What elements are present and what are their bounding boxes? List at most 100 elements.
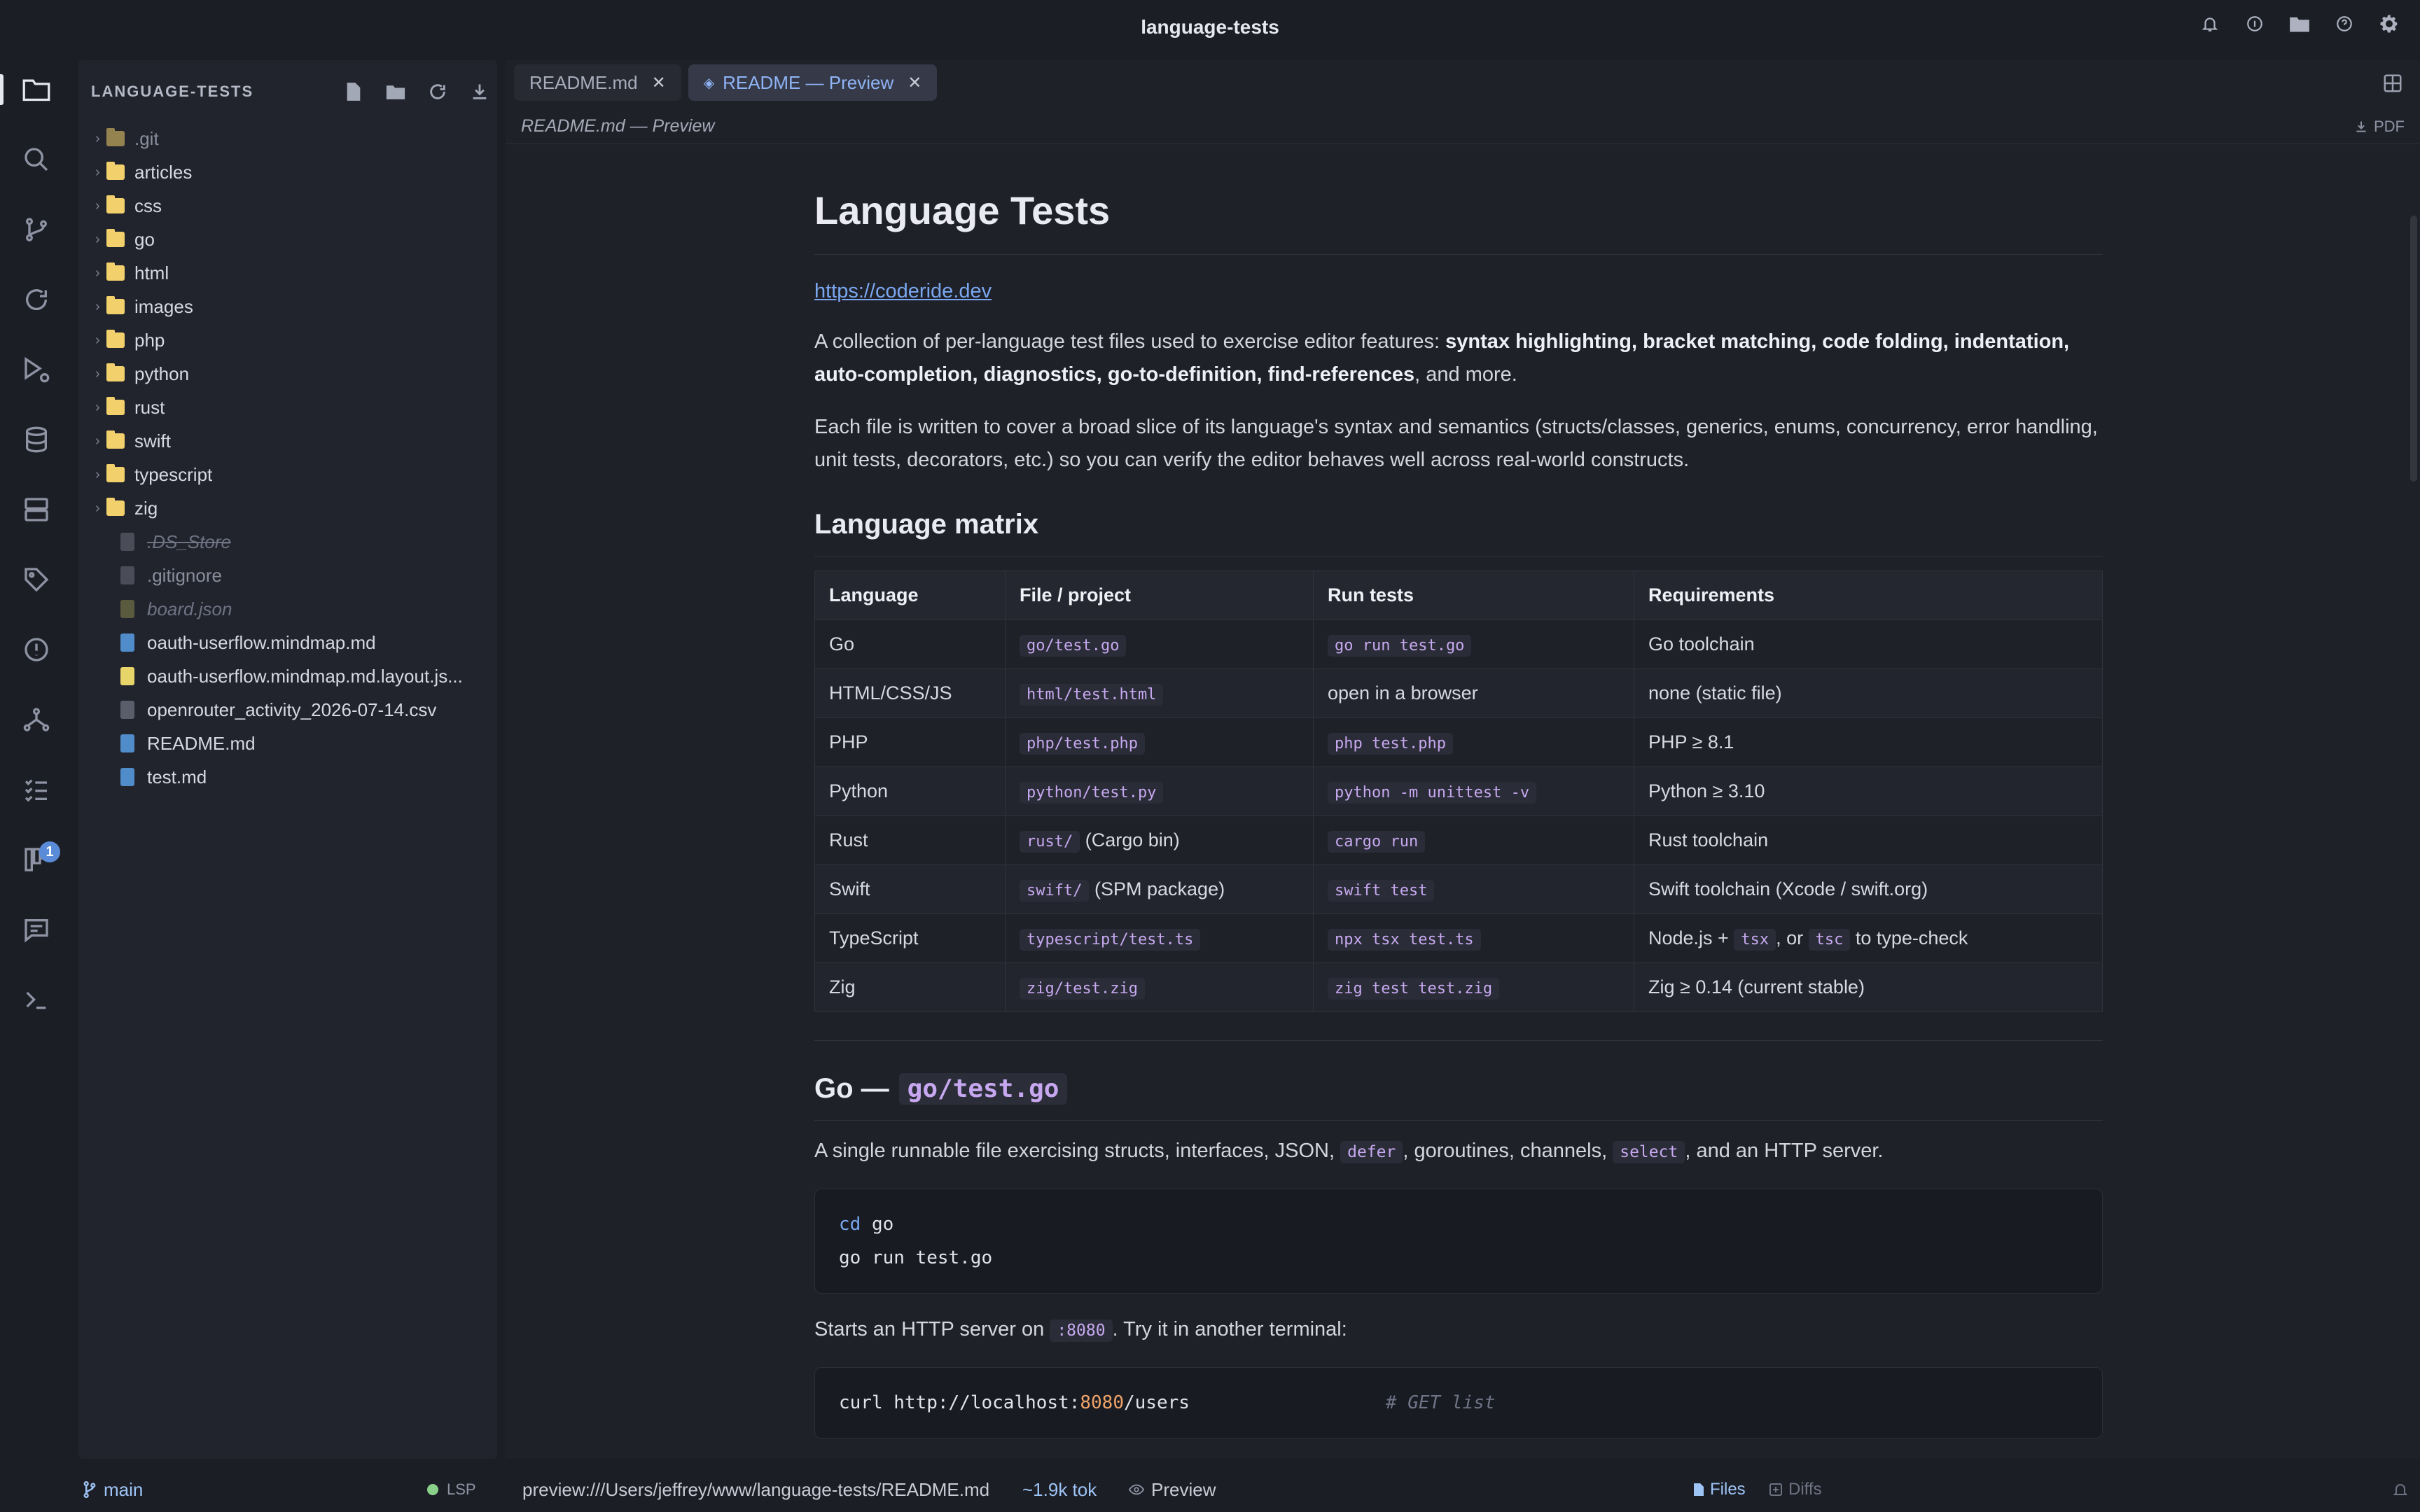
tab-readme-md[interactable]: README.md ✕ bbox=[514, 64, 681, 101]
tree-item-label: articles bbox=[134, 161, 193, 183]
file-path: preview:///Users/jeffrey/www/language-te… bbox=[522, 1478, 990, 1500]
refresh-explorer-icon[interactable] bbox=[427, 81, 448, 102]
split-layout-icon[interactable] bbox=[2382, 73, 2403, 94]
chevron-right-icon[interactable]: › bbox=[78, 332, 106, 349]
bell-icon[interactable] bbox=[2199, 13, 2221, 35]
breadcrumb: README.md — Preview PDF bbox=[506, 109, 2420, 144]
chevron-right-icon[interactable]: › bbox=[78, 366, 106, 382]
source-control-icon[interactable] bbox=[0, 204, 73, 255]
checklist-icon[interactable] bbox=[0, 764, 73, 815]
chevron-right-icon[interactable]: › bbox=[78, 198, 106, 214]
new-folder-icon[interactable] bbox=[385, 81, 406, 102]
tree-folder[interactable]: › rust bbox=[78, 391, 497, 424]
chevron-right-icon[interactable]: › bbox=[78, 467, 106, 483]
cell-file: rust/ (Cargo bin) bbox=[1005, 816, 1314, 865]
matrix-heading: Language matrix bbox=[814, 509, 2103, 556]
tree-file[interactable]: openrouter_activity_2026-07-14.csv bbox=[78, 693, 497, 727]
markdown-preview[interactable]: Language Tests https://coderide.dev A co… bbox=[506, 146, 2420, 1459]
tree-file[interactable]: oauth-userflow.mindmap.md bbox=[78, 626, 497, 659]
export-pdf-button[interactable]: PDF bbox=[2354, 118, 2405, 136]
database-icon[interactable] bbox=[0, 414, 73, 465]
help-icon[interactable] bbox=[2333, 13, 2356, 35]
folder-icon bbox=[106, 128, 125, 146]
cell-run: npx tsx test.ts bbox=[1313, 913, 1634, 963]
server-icon[interactable] bbox=[0, 484, 73, 535]
tree-folder[interactable]: › articles bbox=[78, 155, 497, 189]
chevron-right-icon[interactable]: › bbox=[78, 500, 106, 517]
file-icon bbox=[120, 566, 134, 584]
preview-mode[interactable]: Preview bbox=[1129, 1479, 1216, 1501]
cell-run: python -m unittest -v bbox=[1313, 766, 1634, 816]
explorer-icon[interactable] bbox=[0, 64, 73, 115]
tree-file[interactable]: README.md bbox=[78, 727, 497, 760]
tree-file[interactable]: oauth-userflow.mindmap.md.layout.js... bbox=[78, 659, 497, 693]
kanban-icon[interactable]: 1 bbox=[0, 834, 73, 885]
tree-item-label: test.md bbox=[147, 766, 207, 788]
chevron-right-icon[interactable]: › bbox=[78, 400, 106, 416]
tree-item-label: oauth-userflow.mindmap.md.layout.js... bbox=[147, 665, 463, 687]
tree-folder[interactable]: › php bbox=[78, 323, 497, 357]
explorer-actions bbox=[343, 81, 490, 102]
folder-icon bbox=[106, 430, 125, 449]
tree-folder[interactable]: › images bbox=[78, 290, 497, 323]
cell-file: html/test.html bbox=[1005, 668, 1314, 718]
graph-icon[interactable] bbox=[0, 694, 73, 745]
gear-icon[interactable] bbox=[2378, 13, 2400, 35]
table-row: TypeScript typescript/test.ts npx tsx test… bbox=[814, 913, 2103, 963]
tab-readme-preview[interactable]: ◈ README — Preview ✕ bbox=[688, 64, 938, 101]
problems-icon[interactable] bbox=[0, 624, 73, 675]
file-icon bbox=[120, 768, 134, 786]
tree-file[interactable]: .DS_Store bbox=[78, 525, 497, 559]
curl-code-block[interactable]: curl http://localhost:8080/users # GET li… bbox=[814, 1367, 2103, 1438]
run-debug-icon[interactable] bbox=[0, 344, 73, 395]
tree-folder[interactable]: › zig bbox=[78, 491, 497, 525]
chevron-right-icon[interactable]: › bbox=[78, 164, 106, 181]
branch-indicator[interactable]: main bbox=[83, 1479, 143, 1501]
close-icon[interactable]: ✕ bbox=[908, 73, 922, 93]
notifications-icon[interactable] bbox=[2392, 1481, 2409, 1498]
tree-folder[interactable]: › css bbox=[78, 189, 497, 223]
go-code-block[interactable]: cd go go run test.go bbox=[814, 1189, 2103, 1294]
tree-folder[interactable]: › swift bbox=[78, 424, 497, 458]
file-tree: › .git › articles › css › go › html › images › php › py… bbox=[78, 122, 497, 794]
search-icon[interactable] bbox=[0, 134, 73, 185]
cell-language: Zig bbox=[814, 962, 1006, 1012]
tree-file[interactable]: board.json bbox=[78, 592, 497, 626]
chevron-right-icon[interactable]: › bbox=[78, 299, 106, 315]
chevron-right-icon[interactable]: › bbox=[78, 131, 106, 147]
tree-folder[interactable]: › go bbox=[78, 223, 497, 256]
refresh-icon[interactable] bbox=[0, 274, 73, 325]
file-icon bbox=[120, 701, 134, 719]
tab-label: README.md bbox=[529, 71, 638, 93]
circle-info-icon[interactable] bbox=[2244, 13, 2266, 35]
scrollbar[interactable] bbox=[2410, 216, 2417, 482]
folder-icon[interactable] bbox=[2288, 13, 2311, 35]
files-toggle[interactable]: Files bbox=[1693, 1480, 1746, 1499]
chat-icon[interactable] bbox=[0, 904, 73, 955]
terminal-icon[interactable] bbox=[0, 974, 73, 1025]
download-icon[interactable] bbox=[469, 81, 490, 102]
tree-item-label: typescript bbox=[134, 463, 213, 485]
new-file-icon[interactable] bbox=[343, 81, 364, 102]
language-matrix-table: Language File / project Run tests Requir… bbox=[814, 570, 2103, 1012]
tree-folder[interactable]: › .git bbox=[78, 122, 497, 155]
close-icon[interactable]: ✕ bbox=[652, 73, 666, 93]
token-count: ~1.9k tok bbox=[1022, 1478, 1097, 1500]
chevron-right-icon[interactable]: › bbox=[78, 232, 106, 248]
tree-item-label: .gitignore bbox=[147, 564, 222, 586]
tree-folder[interactable]: › python bbox=[78, 357, 497, 391]
chevron-right-icon[interactable]: › bbox=[78, 265, 106, 281]
tree-file[interactable]: test.md bbox=[78, 760, 497, 794]
tree-folder[interactable]: › typescript bbox=[78, 458, 497, 491]
lsp-status[interactable]: LSP bbox=[427, 1480, 476, 1499]
tag-icon[interactable] bbox=[0, 554, 73, 605]
chevron-right-icon[interactable]: › bbox=[78, 433, 106, 449]
tree-item-label: images bbox=[134, 295, 193, 317]
doc-link[interactable]: https://coderide.dev bbox=[814, 280, 2103, 303]
tree-folder[interactable]: › html bbox=[78, 256, 497, 290]
cell-file: typescript/test.ts bbox=[1005, 913, 1314, 963]
table-row: Zig zig/test.zig zig test test.zig Zig ≥ 0.… bbox=[814, 962, 2103, 1012]
cell-requirements: Python ≥ 3.10 bbox=[1634, 766, 2103, 816]
diffs-toggle[interactable]: Diffs bbox=[1769, 1480, 1822, 1499]
tree-file[interactable]: .gitignore bbox=[78, 559, 497, 592]
